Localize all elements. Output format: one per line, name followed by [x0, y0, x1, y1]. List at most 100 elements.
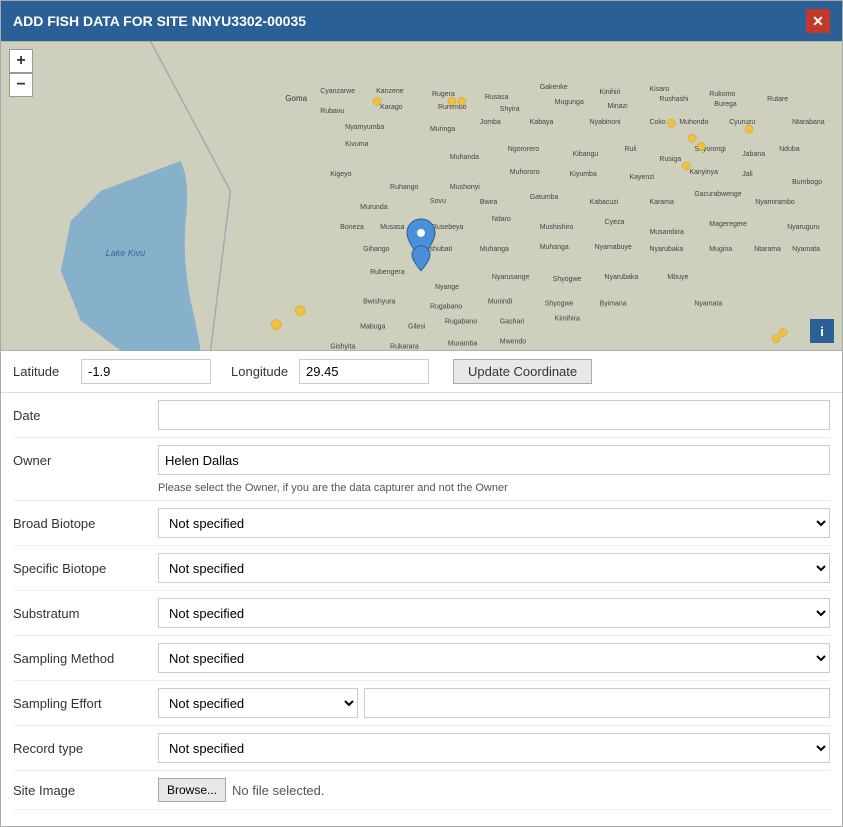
svg-text:Gishyita: Gishyita: [330, 344, 355, 351]
svg-text:Gatumba: Gatumba: [530, 194, 559, 201]
record-type-label: Record type: [13, 741, 158, 756]
svg-text:Karago: Karago: [380, 104, 403, 111]
map-svg: Goma Cyanzarwe Kanzene Rugera Rusasa Gak…: [1, 41, 842, 351]
svg-text:Mageregere: Mageregere: [709, 221, 747, 228]
svg-text:Kanyinya: Kanyinya: [689, 169, 718, 176]
sampling-effort-label: Sampling Effort: [13, 696, 158, 711]
svg-text:Gashari: Gashari: [500, 319, 525, 326]
sampling-effort-row: Sampling Effort Not specified: [13, 681, 830, 726]
substratum-row: Substratum Not specified: [13, 591, 830, 636]
svg-text:Kabacuzi: Kabacuzi: [590, 199, 619, 206]
svg-text:Musambira: Musambira: [649, 229, 684, 236]
owner-input[interactable]: [158, 445, 830, 475]
coordinate-row: Latitude Longitude Update Coordinate: [1, 351, 842, 393]
svg-text:Muramba: Muramba: [448, 341, 478, 348]
broad-biotope-select[interactable]: Not specified: [158, 508, 830, 538]
svg-text:Nyamata: Nyamata: [694, 301, 722, 308]
svg-text:Rushashi: Rushashi: [659, 96, 689, 103]
add-fish-dialog: ADD FISH DATA FOR SITE NNYU3302-00035 ✕ …: [0, 0, 843, 827]
svg-text:Mugunga: Mugunga: [555, 99, 584, 106]
svg-text:Rukomo: Rukomo: [709, 91, 735, 98]
svg-text:Mwendo: Mwendo: [500, 339, 526, 346]
svg-text:Gacurabwenge: Gacurabwenge: [694, 191, 741, 198]
record-type-select[interactable]: Not specified: [158, 733, 830, 763]
svg-text:Kiyumba: Kiyumba: [570, 171, 597, 178]
svg-text:Ruhango: Ruhango: [390, 184, 418, 191]
svg-text:Nyabinoni: Nyabinoni: [590, 119, 621, 126]
svg-text:Rugabano: Rugabano: [445, 319, 477, 326]
svg-text:Cyuruzu: Cyuruzu: [729, 119, 755, 126]
date-row: Date: [13, 393, 830, 438]
svg-text:Kigeyo: Kigeyo: [330, 171, 351, 178]
svg-text:Mbuye: Mbuye: [667, 274, 688, 281]
map-container: Goma Cyanzarwe Kanzene Rugera Rusasa Gak…: [1, 41, 842, 351]
close-button[interactable]: ✕: [806, 9, 830, 33]
sampling-method-select[interactable]: Not specified: [158, 643, 830, 673]
date-input[interactable]: [158, 400, 830, 430]
svg-text:Bwishyura: Bwishyura: [363, 299, 395, 306]
svg-text:Nyange: Nyange: [435, 284, 459, 291]
svg-text:Muringa: Muringa: [430, 126, 455, 133]
substratum-select[interactable]: Not specified: [158, 598, 830, 628]
svg-text:Nyamata: Nyamata: [792, 246, 820, 253]
svg-text:Kibangu: Kibangu: [573, 151, 599, 158]
svg-text:Muhanga: Muhanga: [480, 246, 509, 253]
svg-text:Rugabano: Rugabano: [430, 304, 462, 311]
svg-text:Jali: Jali: [742, 171, 753, 178]
sampling-effort-controls: Not specified: [158, 688, 830, 718]
sampling-effort-number[interactable]: [364, 688, 830, 718]
svg-text:Nyamirambo: Nyamirambo: [755, 199, 795, 206]
update-coordinate-button[interactable]: Update Coordinate: [453, 359, 592, 384]
svg-text:Rusiga: Rusiga: [659, 156, 681, 163]
svg-text:Gilesi: Gilesi: [408, 324, 426, 331]
svg-text:Shyogwe: Shyogwe: [553, 276, 582, 283]
svg-text:Muhanda: Muhanda: [450, 154, 479, 161]
svg-text:Mushishiro: Mushishiro: [540, 224, 574, 231]
svg-text:Mushonyi: Mushonyi: [450, 184, 480, 191]
svg-text:Coko: Coko: [649, 119, 665, 126]
sampling-method-label: Sampling Method: [13, 651, 158, 666]
specific-biotope-select[interactable]: Not specified: [158, 553, 830, 583]
record-type-row: Record type Not specified: [13, 726, 830, 771]
svg-text:Nduba: Nduba: [779, 146, 800, 153]
svg-text:Kivuma: Kivuma: [345, 141, 368, 148]
sampling-effort-select[interactable]: Not specified: [158, 688, 358, 718]
svg-text:Muhororo: Muhororo: [510, 169, 540, 176]
longitude-input[interactable]: [299, 359, 429, 384]
map-info-button[interactable]: i: [810, 319, 834, 343]
substratum-label: Substratum: [13, 606, 158, 621]
svg-text:Kayenzi: Kayenzi: [630, 174, 655, 181]
dialog-header: ADD FISH DATA FOR SITE NNYU3302-00035 ✕: [1, 1, 842, 41]
svg-text:Bwira: Bwira: [480, 199, 498, 206]
svg-text:Lake Kivu: Lake Kivu: [106, 248, 145, 258]
svg-text:Mugina: Mugina: [709, 246, 732, 253]
svg-text:Sovu: Sovu: [430, 198, 446, 205]
zoom-out-button[interactable]: −: [9, 73, 33, 97]
browse-button[interactable]: Browse...: [158, 778, 226, 802]
svg-text:Nyamyumba: Nyamyumba: [345, 124, 384, 131]
file-name-label: No file selected.: [232, 783, 325, 798]
svg-text:Ntarama: Ntarama: [754, 246, 781, 253]
svg-text:Kanzene: Kanzene: [376, 88, 404, 95]
svg-text:Nyarusange: Nyarusange: [492, 274, 530, 281]
svg-text:Rusebeya: Rusebeya: [432, 224, 464, 231]
svg-text:Rubengera: Rubengera: [370, 269, 405, 276]
svg-text:Goma: Goma: [285, 94, 307, 103]
svg-text:Ruli: Ruli: [625, 146, 637, 153]
latitude-label: Latitude: [13, 364, 73, 379]
svg-text:Rubavu: Rubavu: [320, 108, 344, 115]
owner-label: Owner: [13, 453, 158, 468]
broad-biotope-label: Broad Biotope: [13, 516, 158, 531]
latitude-input[interactable]: [81, 359, 211, 384]
svg-text:Cyeza: Cyeza: [605, 219, 625, 226]
svg-text:Nyarubaka: Nyarubaka: [649, 246, 683, 253]
svg-text:Karama: Karama: [649, 199, 674, 206]
svg-text:Muhondo: Muhondo: [679, 119, 708, 126]
svg-text:Gakenke: Gakenke: [540, 84, 568, 91]
zoom-in-button[interactable]: +: [9, 49, 33, 73]
svg-text:Rusasa: Rusasa: [485, 94, 509, 101]
svg-text:Jabana: Jabana: [742, 151, 765, 158]
longitude-label: Longitude: [231, 364, 291, 379]
svg-text:Ntarabana: Ntarabana: [792, 119, 825, 126]
svg-text:Shyira: Shyira: [500, 106, 520, 113]
